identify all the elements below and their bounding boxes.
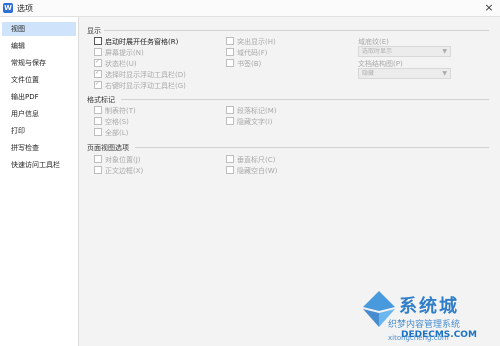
checkbox-hide-white-space[interactable]: 隐藏空白(W) — [226, 166, 277, 176]
doc-map-select[interactable]: 隐藏 ▼ — [358, 68, 451, 79]
close-button[interactable]: × — [482, 1, 496, 15]
checkbox-text-boundaries[interactable]: 正文边框(X) — [94, 166, 143, 176]
section-divider — [121, 99, 489, 100]
sidebar-item-print[interactable]: 打印 — [2, 124, 76, 138]
checkbox-box[interactable] — [94, 37, 102, 45]
sidebar-item-general-save[interactable]: 常规与保存 — [2, 56, 76, 70]
sidebar: 视图 编辑 常规与保存 文件位置 输出PDF 用户信息 打印 拼写检查 快速访问… — [0, 17, 79, 346]
window-title: 选项 — [17, 4, 33, 13]
chevron-down-icon: ▼ — [442, 48, 447, 55]
app-icon: W — [3, 3, 13, 13]
checkbox-box[interactable] — [226, 106, 234, 114]
checkbox-tabs[interactable]: 制表符(T) — [94, 106, 136, 116]
checkbox-field-codes[interactable]: 域代码(F) — [226, 48, 268, 58]
checkbox-box[interactable] — [94, 48, 102, 56]
checkbox-screen-tips[interactable]: 屏幕提示(N) — [94, 48, 144, 58]
checkbox-box[interactable] — [94, 166, 102, 174]
section-divider — [104, 30, 489, 31]
sidebar-item-edit[interactable]: 编辑 — [2, 39, 76, 53]
checkbox-box[interactable] — [94, 79, 102, 89]
checkbox-box[interactable] — [226, 59, 234, 67]
checkbox-box[interactable] — [94, 128, 102, 136]
sidebar-item-spell-check[interactable]: 拼写检查 — [2, 141, 76, 155]
sidebar-item-export-pdf[interactable]: 输出PDF — [2, 90, 76, 104]
field-shading-select[interactable]: 选取时显示 ▼ — [358, 46, 451, 57]
checkbox-float-toolbar-rightclick[interactable]: 右键时显示浮动工具栏(G) — [94, 79, 186, 91]
checkbox-box[interactable] — [226, 166, 234, 174]
section-title-display: 显示 — [87, 27, 101, 35]
section-title-page-view: 页面视图选项 — [87, 144, 129, 152]
checkbox-box[interactable] — [94, 57, 102, 67]
checkbox-paragraph-marks[interactable]: 段落标记(M) — [226, 106, 277, 116]
checkbox-hidden-text[interactable]: 隐藏文字(I) — [226, 117, 273, 127]
section-divider — [135, 147, 489, 148]
title-bar: W 选项 × — [0, 0, 500, 17]
checkbox-vertical-ruler[interactable]: 垂直标尺(C) — [226, 155, 275, 165]
checkbox-float-toolbar-select[interactable]: 选择时显示浮动工具栏(D) — [94, 68, 186, 80]
checkbox-status-bar[interactable]: 状态栏(U) — [94, 57, 137, 69]
checkbox-all-marks[interactable]: 全部(L) — [94, 128, 128, 138]
section-title-format-marks: 格式标记 — [87, 96, 115, 104]
sidebar-item-view[interactable]: 视图 — [2, 22, 76, 36]
sidebar-item-file-location[interactable]: 文件位置 — [2, 73, 76, 87]
select-value: 选取时显示 — [362, 48, 393, 55]
checkbox-box[interactable] — [226, 155, 234, 163]
sidebar-item-user-info[interactable]: 用户信息 — [2, 107, 76, 121]
checkbox-box[interactable] — [226, 48, 234, 56]
checkbox-box[interactable] — [94, 155, 102, 163]
checkbox-expand-task-pane[interactable]: 启动时展开任务窗格(R) — [94, 37, 178, 47]
checkbox-box[interactable] — [226, 37, 234, 45]
watermark-brand: 系统城 — [399, 296, 459, 317]
checkbox-box[interactable] — [94, 68, 102, 78]
checkbox-box[interactable] — [94, 106, 102, 114]
select-value: 隐藏 — [362, 70, 375, 77]
watermark-line2: DEDECMS.COM — [401, 330, 477, 340]
checkbox-box[interactable] — [226, 117, 234, 125]
checkbox-bookmarks[interactable]: 书签(B) — [226, 59, 261, 69]
sidebar-item-quick-access-toolbar[interactable]: 快速访问工具栏 — [2, 158, 76, 172]
checkbox-spaces[interactable]: 空格(S) — [94, 117, 129, 127]
checkbox-box[interactable] — [94, 117, 102, 125]
checkbox-highlight[interactable]: 突出显示(H) — [226, 37, 276, 47]
chevron-down-icon: ▼ — [442, 70, 447, 77]
watermark-line1: 织梦内容管理系统 — [388, 320, 461, 330]
checkbox-object-anchors[interactable]: 对象位置(J) — [94, 155, 141, 165]
